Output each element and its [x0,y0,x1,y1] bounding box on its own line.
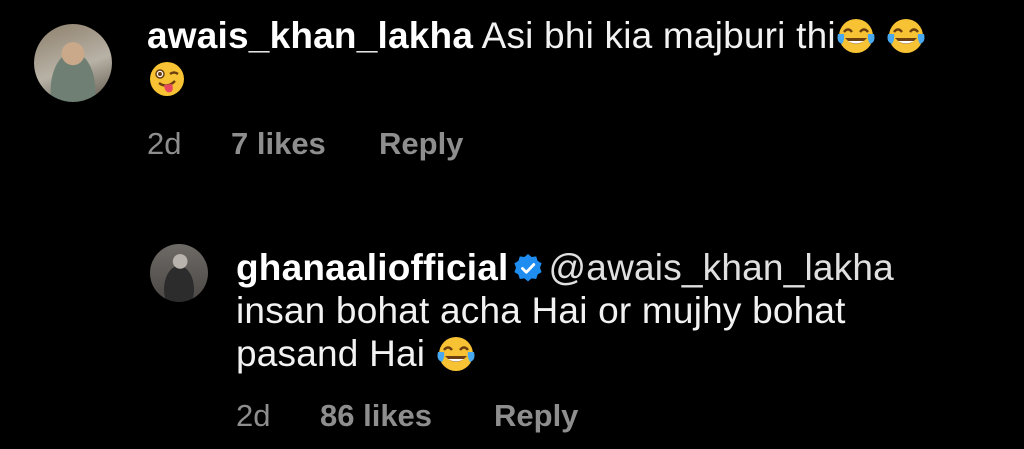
comment-body: awais_khan_lakha Asi bhi kia majburi thi [147,14,1007,100]
comment-likes-link[interactable]: 86 likes [320,398,432,434]
comment-username[interactable]: ghanaaliofficial [236,247,509,288]
tears-of-joy-emoji-icon [437,337,475,371]
tears-of-joy-emoji-icon [887,19,925,53]
winking-face-with-tongue-icon [150,62,184,96]
tears-of-joy-emoji-icon [837,19,875,53]
mention-link[interactable]: @awais_khan_lakha [549,247,894,288]
reply-button[interactable]: Reply [494,398,578,434]
reply-button[interactable]: Reply [379,126,463,162]
reply-comment-body: ghanaaliofficial @awais_khan_lakha insan… [236,246,956,375]
avatar[interactable] [34,24,112,102]
comment-timestamp: 2d [236,398,271,433]
comment-text: insan bohat acha Hai or mujhy bohat pasa… [236,290,846,374]
verified-badge-icon [513,254,542,282]
comment-timestamp: 2d [147,126,182,161]
avatar[interactable] [150,244,208,302]
comment-text: Asi bhi kia majburi thi [481,15,836,56]
comment-username[interactable]: awais_khan_lakha [147,15,473,56]
comment-likes-link[interactable]: 7 likes [231,126,326,162]
